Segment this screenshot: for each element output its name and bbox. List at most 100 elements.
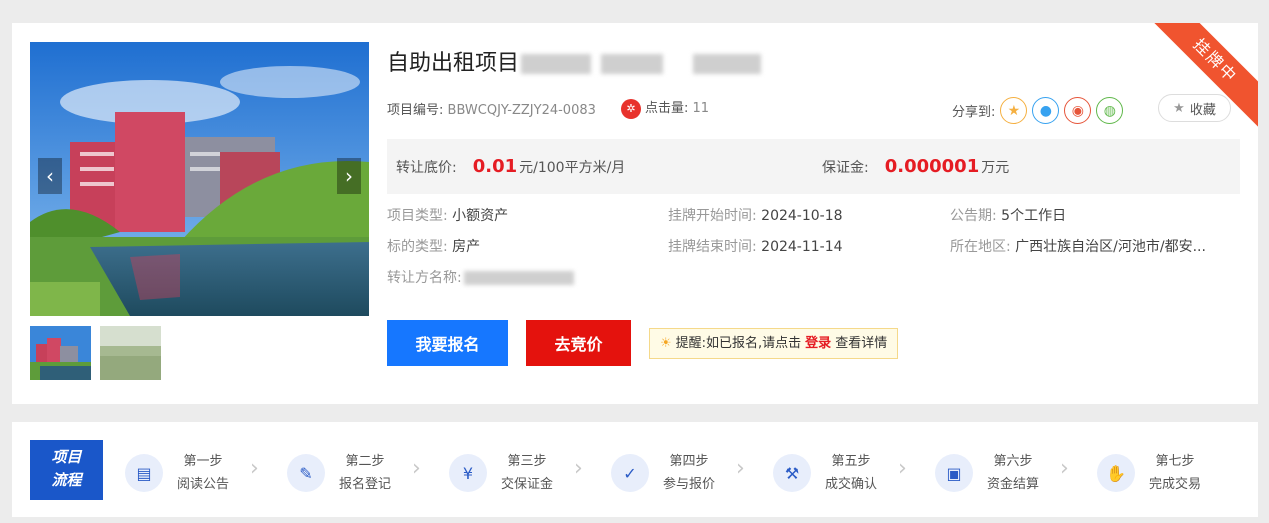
- flow-badge: 项目 流程: [30, 440, 103, 500]
- flow-step-4: ✓ 第四步参与报价: [611, 450, 715, 496]
- price-bar: 转让底价: 0.01 元/100平方米/月 保证金: 0.000001 万元: [387, 139, 1240, 194]
- flow-step-2: ✎ 第二步报名登记: [287, 450, 391, 496]
- flow-step-1: ▤ 第一步阅读公告: [125, 450, 229, 496]
- chevron-right-icon: ›: [736, 456, 745, 481]
- chevron-right-icon: ›: [898, 456, 907, 481]
- base-price-unit: 元/100平方米/月: [519, 160, 626, 176]
- bid-icon: ✓: [611, 454, 649, 492]
- step-name: 资金结算: [987, 477, 1040, 492]
- weibo-share-icon[interactable]: ◉: [1064, 97, 1092, 124]
- info-label: 挂牌开始时间:: [668, 208, 757, 224]
- redacted-block: [601, 54, 664, 74]
- step-name: 交保证金: [501, 477, 554, 492]
- info-value: 小额资产: [452, 208, 509, 224]
- step-number: 第三步: [507, 454, 547, 469]
- step-number: 第七步: [1155, 454, 1195, 469]
- deposit-unit: 万元: [981, 160, 1010, 176]
- sun-icon: ☀: [660, 336, 672, 351]
- favorite-button[interactable]: ★ 收藏: [1158, 94, 1231, 122]
- qzone-share-icon[interactable]: ★: [1000, 97, 1028, 124]
- project-code-value: BBWCQJY-ZZJY24-0083: [447, 103, 596, 118]
- step-name: 完成交易: [1149, 477, 1202, 492]
- info-value: 2024-10-18: [761, 208, 843, 224]
- step-number: 第五步: [831, 454, 871, 469]
- settlement-icon: ▣: [935, 454, 973, 492]
- info-label: 项目类型:: [387, 208, 448, 224]
- flow-step-3: ¥ 第三步交保证金: [449, 450, 553, 496]
- step-name: 报名登记: [339, 477, 392, 492]
- step-name: 成交确认: [825, 477, 878, 492]
- chevron-right-icon: ›: [412, 456, 421, 481]
- info-label: 挂牌结束时间:: [668, 239, 757, 255]
- step-number: 第四步: [669, 454, 709, 469]
- wechat-share-icon[interactable]: ◍: [1096, 97, 1124, 124]
- info-value: 2024-11-14: [761, 239, 843, 255]
- deposit-icon: ¥: [449, 454, 487, 492]
- login-link[interactable]: 登录: [805, 336, 831, 351]
- signup-button[interactable]: 我要报名: [387, 320, 508, 366]
- info-target-type: 标的类型: 房产: [387, 236, 480, 256]
- handshake-icon: ✋: [1097, 454, 1135, 492]
- info-start-time: 挂牌开始时间: 2024-10-18: [668, 205, 843, 225]
- gavel-icon: ⚒: [773, 454, 811, 492]
- thumbnail-1[interactable]: [30, 326, 91, 380]
- star-icon: ★: [1173, 100, 1185, 116]
- thumbnail-2[interactable]: [100, 326, 161, 380]
- chevron-right-icon: ›: [250, 456, 259, 481]
- step-number: 第二步: [345, 454, 385, 469]
- click-count-label: 点击量:: [645, 101, 689, 116]
- step-number: 第一步: [183, 454, 223, 469]
- deposit-value: 0.000001: [884, 156, 980, 177]
- register-icon: ✎: [287, 454, 325, 492]
- qq-share-icon[interactable]: ●: [1032, 97, 1060, 124]
- click-count-value: 11: [692, 101, 710, 116]
- project-card: 挂牌中 ‹ › 自助出租项目 项目编号: BBWCQJY-ZZJY24-0083…: [12, 23, 1258, 404]
- flow-step-5: ⚒ 第五步成交确认: [773, 450, 877, 496]
- chevron-right-icon: ›: [574, 456, 583, 481]
- info-label: 公告期:: [950, 208, 997, 224]
- base-price-label: 转让底价:: [396, 160, 457, 176]
- project-title: 自助出租项目: [387, 45, 762, 77]
- step-name: 参与报价: [663, 477, 716, 492]
- click-icon: ✲: [621, 98, 641, 119]
- info-label: 转让方名称:: [387, 270, 462, 286]
- notice-icon: ▤: [125, 454, 163, 492]
- favorite-label: 收藏: [1189, 102, 1216, 118]
- project-title-text: 自助出租项目: [387, 51, 520, 76]
- base-price: 转让底价: 0.01 元/100平方米/月: [396, 156, 625, 177]
- redacted-block: [521, 54, 592, 74]
- flow-step-6: ▣ 第六步资金结算: [935, 450, 1039, 496]
- redacted-block: [693, 54, 762, 74]
- flow-badge-line: 流程: [51, 471, 82, 489]
- redacted-block: [463, 271, 574, 285]
- next-image-button[interactable]: ›: [337, 158, 361, 194]
- step-name: 阅读公告: [177, 477, 230, 492]
- share-label: 分享到:: [952, 105, 996, 120]
- info-period: 公告期: 5个工作日: [950, 205, 1066, 225]
- info-end-time: 挂牌结束时间: 2024-11-14: [668, 236, 843, 256]
- info-value: 广西壮族自治区/河池市/都安...: [1015, 239, 1206, 255]
- prev-image-button[interactable]: ‹: [38, 158, 62, 194]
- reminder-tip: ☀ 提醒:如已报名,请点击 登录 查看详情: [649, 328, 899, 359]
- flow-badge-line: 项目: [51, 448, 82, 466]
- info-region: 所在地区: 广西壮族自治区/河池市/都安...: [950, 236, 1206, 256]
- project-flow: 项目 流程 ▤ 第一步 阅读公告 › ✎ 第二步 报名登记 › ¥ 第三步 交保证金 …: [12, 422, 1258, 517]
- project-code: 项目编号: BBWCQJY-ZZJY24-0083: [387, 99, 596, 118]
- info-project-type: 项目类型: 小额资产: [387, 205, 508, 225]
- deposit: 保证金: 0.000001 万元: [822, 156, 1009, 177]
- info-label: 所在地区:: [950, 239, 1011, 255]
- project-code-label: 项目编号:: [387, 103, 444, 118]
- info-value: 房产: [452, 239, 481, 255]
- share-bar: 分享到: ★ ● ◉ ◍: [952, 97, 1124, 124]
- step-number: 第六步: [993, 454, 1033, 469]
- flow-step-7: ✋ 第七步完成交易: [1097, 450, 1201, 496]
- click-count: ✲ 点击量: 11: [621, 97, 709, 119]
- info-transferor: 转让方名称:: [387, 267, 574, 287]
- bid-button[interactable]: 去竞价: [526, 320, 631, 366]
- tip-prefix: 提醒:如已报名,请点击: [675, 336, 802, 351]
- deposit-label: 保证金:: [822, 160, 869, 176]
- main-photo: ‹ ›: [30, 42, 369, 316]
- chevron-right-icon: ›: [1060, 456, 1069, 481]
- base-price-value: 0.01: [472, 156, 518, 177]
- info-label: 标的类型:: [387, 239, 448, 255]
